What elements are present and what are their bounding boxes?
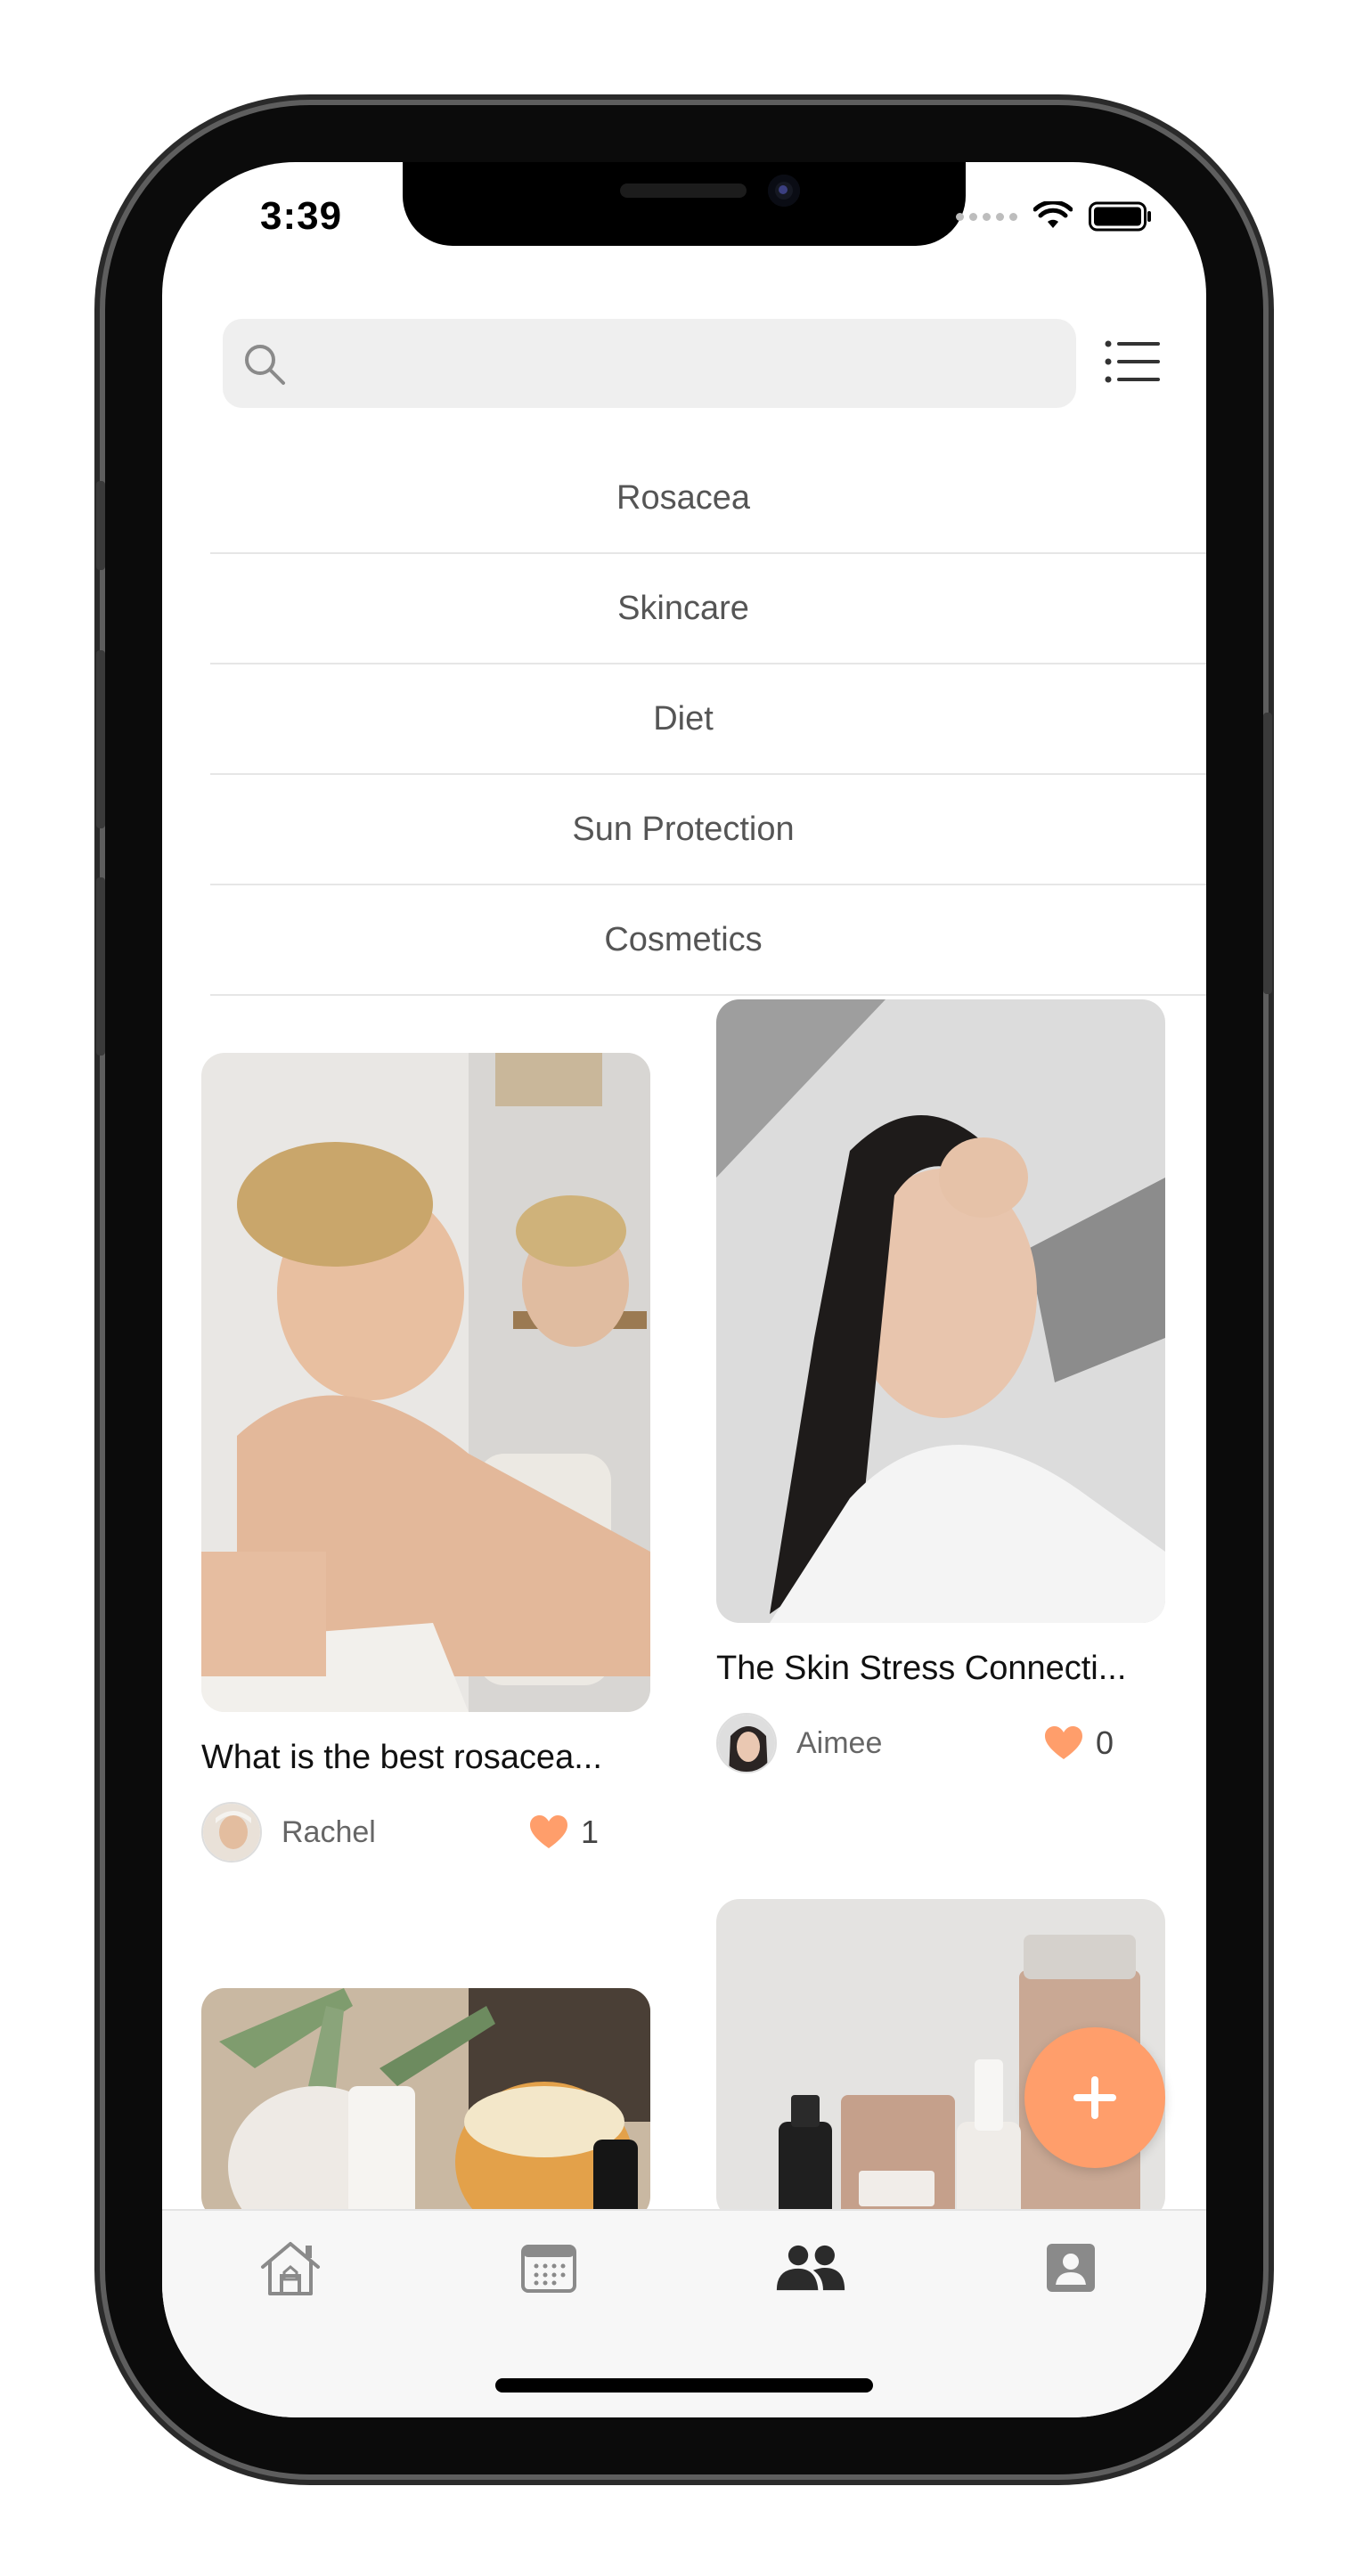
heart-icon (529, 1815, 567, 1848)
tab-profile[interactable] (1035, 2236, 1106, 2300)
like-count-value: 0 (1095, 1724, 1114, 1761)
post-meta: Rachel 1 (201, 1802, 650, 1863)
tab-home[interactable] (255, 2236, 326, 2300)
status-icons (956, 201, 1153, 232)
post-photo (716, 999, 1165, 1623)
category-item-skincare[interactable]: Skincare (210, 554, 1206, 664)
list-icon[interactable] (1105, 338, 1162, 385)
plus-icon (1073, 2076, 1116, 2119)
search-input[interactable] (298, 319, 1067, 410)
search-bar[interactable] (223, 319, 1076, 410)
post-meta: Aimee 0 (716, 1713, 1165, 1773)
front-camera (768, 175, 800, 207)
community-icon (776, 2245, 845, 2291)
power-button (1263, 713, 1272, 994)
profile-icon (1047, 2244, 1095, 2292)
avatar[interactable] (716, 1713, 777, 1773)
post-card[interactable] (201, 1988, 650, 2220)
like-count[interactable]: 1 (529, 1814, 599, 1851)
like-count-value: 1 (580, 1814, 599, 1850)
home-indicator[interactable] (495, 2378, 873, 2393)
wifi-icon (1033, 201, 1073, 228)
category-item-cosmetics[interactable]: Cosmetics (210, 885, 1206, 996)
volume-down-button (96, 877, 105, 1056)
status-time: 3:39 (260, 194, 343, 238)
author-name[interactable]: Rachel (282, 1815, 376, 1850)
like-count[interactable]: 0 (1044, 1724, 1114, 1762)
post-image[interactable] (201, 1988, 650, 2220)
heart-icon (1044, 1726, 1082, 1759)
battery-icon (1089, 201, 1151, 232)
post-image[interactable] (201, 1053, 650, 1712)
tab-community[interactable] (775, 2236, 846, 2300)
signal-dots-icon (956, 212, 1017, 221)
post-title[interactable]: The Skin Stress Connecti... (716, 1650, 1165, 1688)
add-post-button[interactable] (1024, 2027, 1165, 2168)
author-name[interactable]: Aimee (796, 1726, 882, 1761)
notch (403, 162, 966, 246)
category-list: Rosacea Skincare Diet Sun Protection Cos… (210, 444, 1206, 996)
post-image[interactable] (716, 999, 1165, 1623)
post-title[interactable]: What is the best rosacea... (201, 1739, 650, 1777)
post-photo (201, 1053, 650, 1712)
silent-switch (96, 481, 105, 570)
category-item-rosacea[interactable]: Rosacea (210, 444, 1206, 554)
speaker-grille (620, 183, 747, 198)
post-photo (201, 1988, 650, 2220)
home-icon (261, 2242, 320, 2295)
calendar-icon (521, 2245, 576, 2293)
category-item-diet[interactable]: Diet (210, 664, 1206, 775)
post-card[interactable]: The Skin Stress Connecti... Aimee 0 (716, 999, 1165, 1773)
app-screen: 3:39 Rosacea Skincare Diet Sun Protectio… (162, 162, 1206, 2417)
category-item-sun-protection[interactable]: Sun Protection (210, 775, 1206, 885)
avatar[interactable] (201, 1802, 262, 1863)
volume-up-button (96, 650, 105, 828)
post-card[interactable]: What is the best rosacea... Rachel 1 (201, 1053, 650, 1863)
search-icon (245, 345, 285, 385)
tab-calendar[interactable] (513, 2236, 584, 2300)
